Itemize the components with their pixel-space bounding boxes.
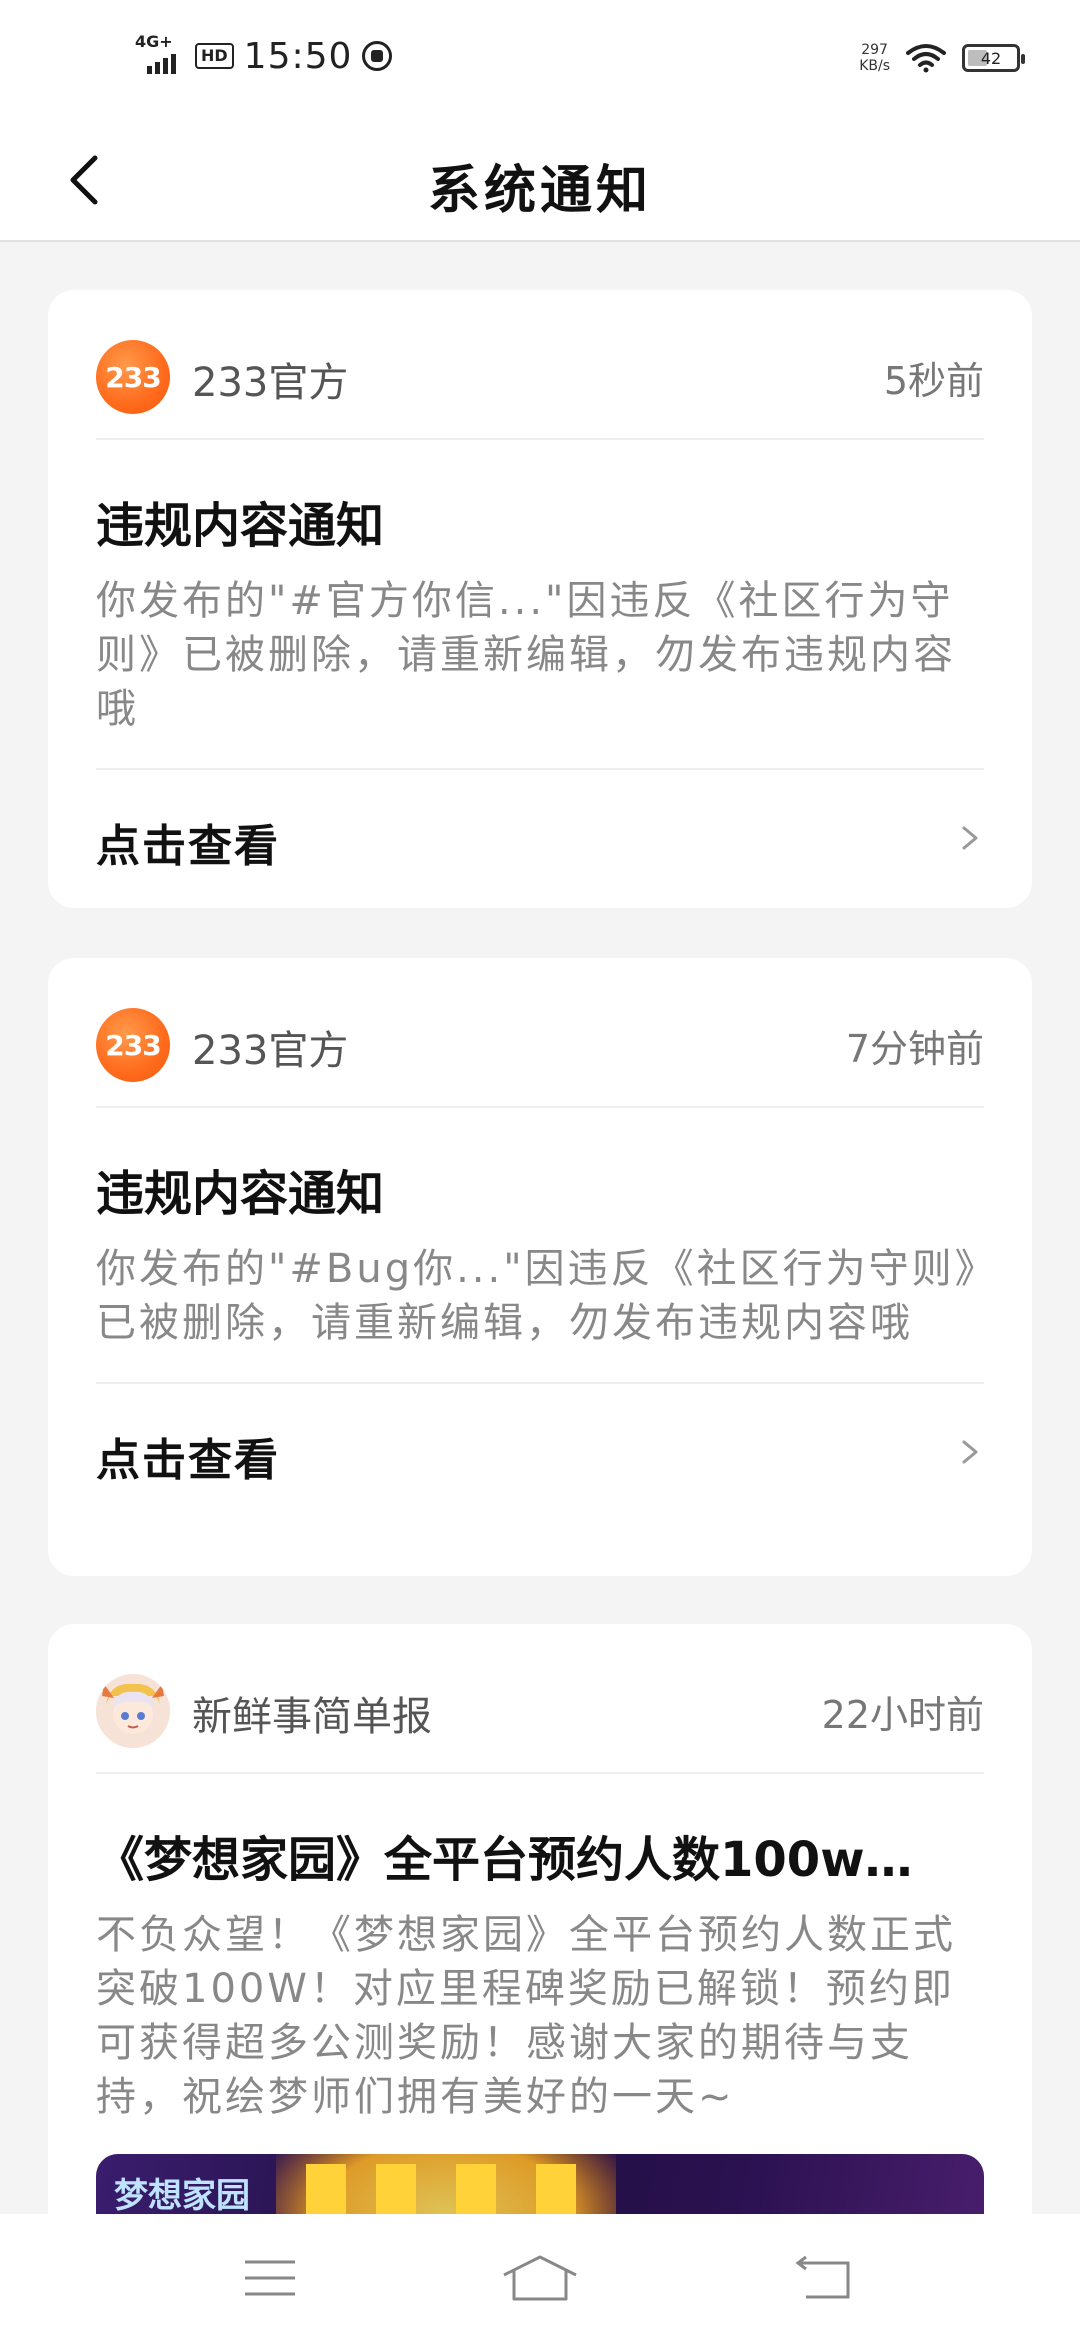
sender-avatar [96,1674,170,1748]
return-icon [795,2255,850,2299]
battery-icon: 42 [962,44,1025,72]
status-bar: 4G+ HD 15:50 297 KB/s 42 [0,0,1080,120]
notification-card[interactable]: 233 233官方 7分钟前 违规内容通知 你发布的"#Bug你..."因违反《… [48,958,1032,1576]
network-speed-value: 297 [861,42,888,58]
menu-button[interactable] [230,2248,310,2308]
home-button[interactable] [500,2248,580,2308]
view-details-row[interactable]: 点击查看 [96,1382,984,1522]
card-header: 233 233官方 5秒前 [96,290,984,440]
notification-body: 你发布的"#Bug你..."因违反《社区行为守则》已被删除，请重新编辑，勿发布违… [96,1246,978,1346]
notification-title: 《梦想家园》全平台预约人数100w… [96,1832,913,1888]
home-icon [503,2255,577,2301]
signal-icon: 4G+ [135,32,185,76]
chevron-right-icon [962,1440,978,1464]
screen-record-icon [362,41,393,71]
page-title: 系统通知 [427,161,652,221]
card-header: 233 233官方 7分钟前 [96,958,984,1108]
anime-avatar-icon [96,1674,170,1748]
notification-body: 你发布的"#官方你信..."因违反《社区行为守则》已被删除，请重新编辑，勿发布违… [96,578,956,732]
back-nav-button[interactable] [784,2248,864,2308]
notification-title: 违规内容通知 [96,1166,385,1222]
top-nav-bar: 系统通知 [0,120,1080,242]
sender-name: 233官方 [192,1028,349,1074]
sender-name: 233官方 [192,360,349,406]
banner-logo: 梦想家园 [114,2176,250,2216]
chevron-right-icon [962,826,978,850]
system-navigation-bar [0,2214,1080,2340]
network-speed-unit: KB/s [859,58,890,74]
notification-time: 5秒前 [883,359,984,403]
sender-avatar: 233 [96,1008,170,1082]
notification-card[interactable]: 233 233官方 5秒前 违规内容通知 你发布的"#官方你信..."因违反《社… [48,290,1032,908]
network-speed: 297 KB/s [859,42,890,74]
notification-body: 不负众望！《梦想家园》全平台预约人数正式突破100W！对应里程碑奖励已解锁！预约… [96,1912,956,2120]
card-header: 新鲜事简单报 22小时前 [96,1624,984,1774]
view-details-row[interactable]: 点击查看 [96,768,984,908]
view-details-label: 点击查看 [96,1435,280,1486]
sender-avatar: 233 [96,340,170,414]
notification-time: 22小时前 [821,1693,984,1737]
clock: 15:50 [243,35,353,77]
network-type: 4G+ [135,32,173,51]
notification-time: 7分钟前 [845,1027,984,1071]
wifi-icon [906,44,946,73]
notification-title: 违规内容通知 [96,498,385,554]
view-details-label: 点击查看 [96,821,280,872]
hd-badge: HD [195,43,234,69]
menu-icon [245,2260,295,2296]
battery-level: 42 [980,49,1002,68]
sender-name: 新鲜事简单报 [192,1694,432,1740]
